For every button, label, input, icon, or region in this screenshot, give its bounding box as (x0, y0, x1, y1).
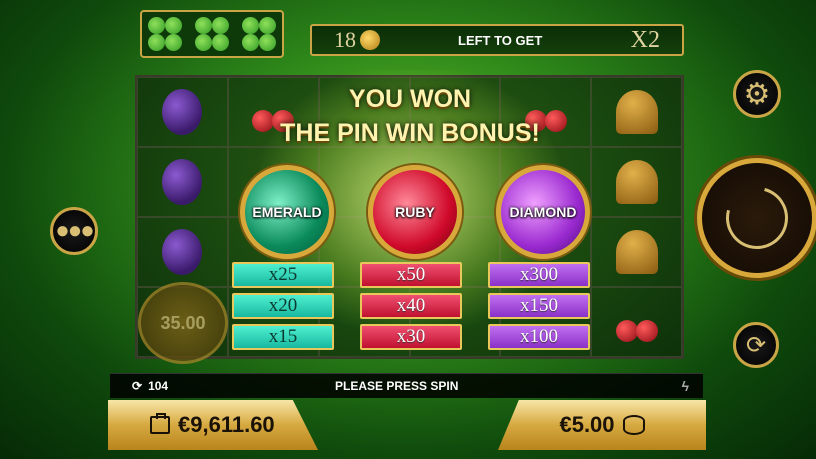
autoplay-icon: ⟳ (745, 331, 767, 359)
coin-icon (360, 30, 380, 50)
cherry-icon (614, 302, 660, 342)
reel-cell (137, 147, 228, 217)
emerald-multiplier: x15 (232, 324, 334, 350)
diamond-multiplier: x300 (488, 262, 590, 288)
win-title-line-1: YOU WON (348, 85, 472, 113)
plum-icon (162, 229, 203, 275)
reel-cell (591, 147, 682, 217)
bell-icon (615, 90, 658, 134)
clover-icon (147, 16, 183, 52)
reel-cell (137, 77, 228, 147)
diamond-multiplier: x150 (488, 293, 590, 319)
reel-cell (591, 217, 682, 287)
reel-cell (137, 217, 228, 287)
emerald-multiplier: x25 (232, 262, 334, 288)
gem-label: DIAMOND (509, 204, 577, 220)
spin-icon (714, 175, 800, 261)
clover-icon (241, 16, 277, 52)
bonus-multiplier: X2 (630, 26, 660, 53)
diamond-gem: DIAMOND (496, 165, 590, 259)
clover-collection (140, 10, 284, 58)
bonus-count: 18 (334, 27, 356, 52)
bonus-progress-bar: 18 LEFT TO GET X2 (310, 24, 684, 56)
more-dots-icon: ●●● (55, 217, 94, 244)
bell-icon (615, 230, 658, 274)
win-title-line-2: THE PIN WIN BONUS! (280, 119, 540, 147)
diamond-multiplier: x100 (488, 324, 590, 350)
chips-icon (622, 415, 645, 435)
bet-value: €5.00 (559, 412, 615, 437)
emerald-multiplier: x20 (232, 293, 334, 319)
bell-icon (615, 160, 658, 204)
status-bar: ⟳ 104 PLEASE PRESS SPIN ϟ (110, 373, 703, 398)
autoplay-button[interactable]: ⟳ (733, 322, 779, 368)
reel-cell (591, 77, 682, 147)
ruby-multiplier: x50 (360, 262, 462, 288)
win-title: YOU WON THE PIN WIN BONUS! (220, 82, 600, 150)
spins-counter: ⟳ 104 (132, 379, 168, 393)
status-message: PLEASE PRESS SPIN (335, 379, 459, 393)
reel-cell (591, 287, 682, 357)
gear-icon: ⚙ (743, 77, 771, 111)
emerald-gem: EMERALD (240, 165, 334, 259)
clover-icon (194, 16, 230, 52)
ruby-gem: RUBY (368, 165, 462, 259)
plum-icon (162, 159, 203, 205)
settings-button[interactable]: ⚙ (733, 70, 781, 118)
gem-label: RUBY (395, 204, 435, 220)
plum-icon (162, 89, 203, 135)
balance-panel: €9,611.60 (108, 400, 318, 450)
bonus-label: LEFT TO GET (458, 32, 543, 48)
refresh-icon: ⟳ (132, 379, 143, 393)
gem-label: EMERALD (252, 204, 322, 220)
spin-button[interactable] (697, 158, 816, 278)
wallet-icon (150, 413, 170, 434)
menu-button[interactable]: ●●● (50, 207, 98, 255)
ruby-multiplier: x40 (360, 293, 462, 319)
turbo-icon[interactable]: ϟ (682, 378, 689, 394)
spins-count: 104 (148, 379, 169, 393)
coin-value-symbol: 35.00 (138, 282, 228, 364)
ruby-multiplier: x30 (360, 324, 462, 350)
bet-panel[interactable]: €5.00 (498, 400, 706, 450)
balance-value: €9,611.60 (178, 412, 275, 437)
